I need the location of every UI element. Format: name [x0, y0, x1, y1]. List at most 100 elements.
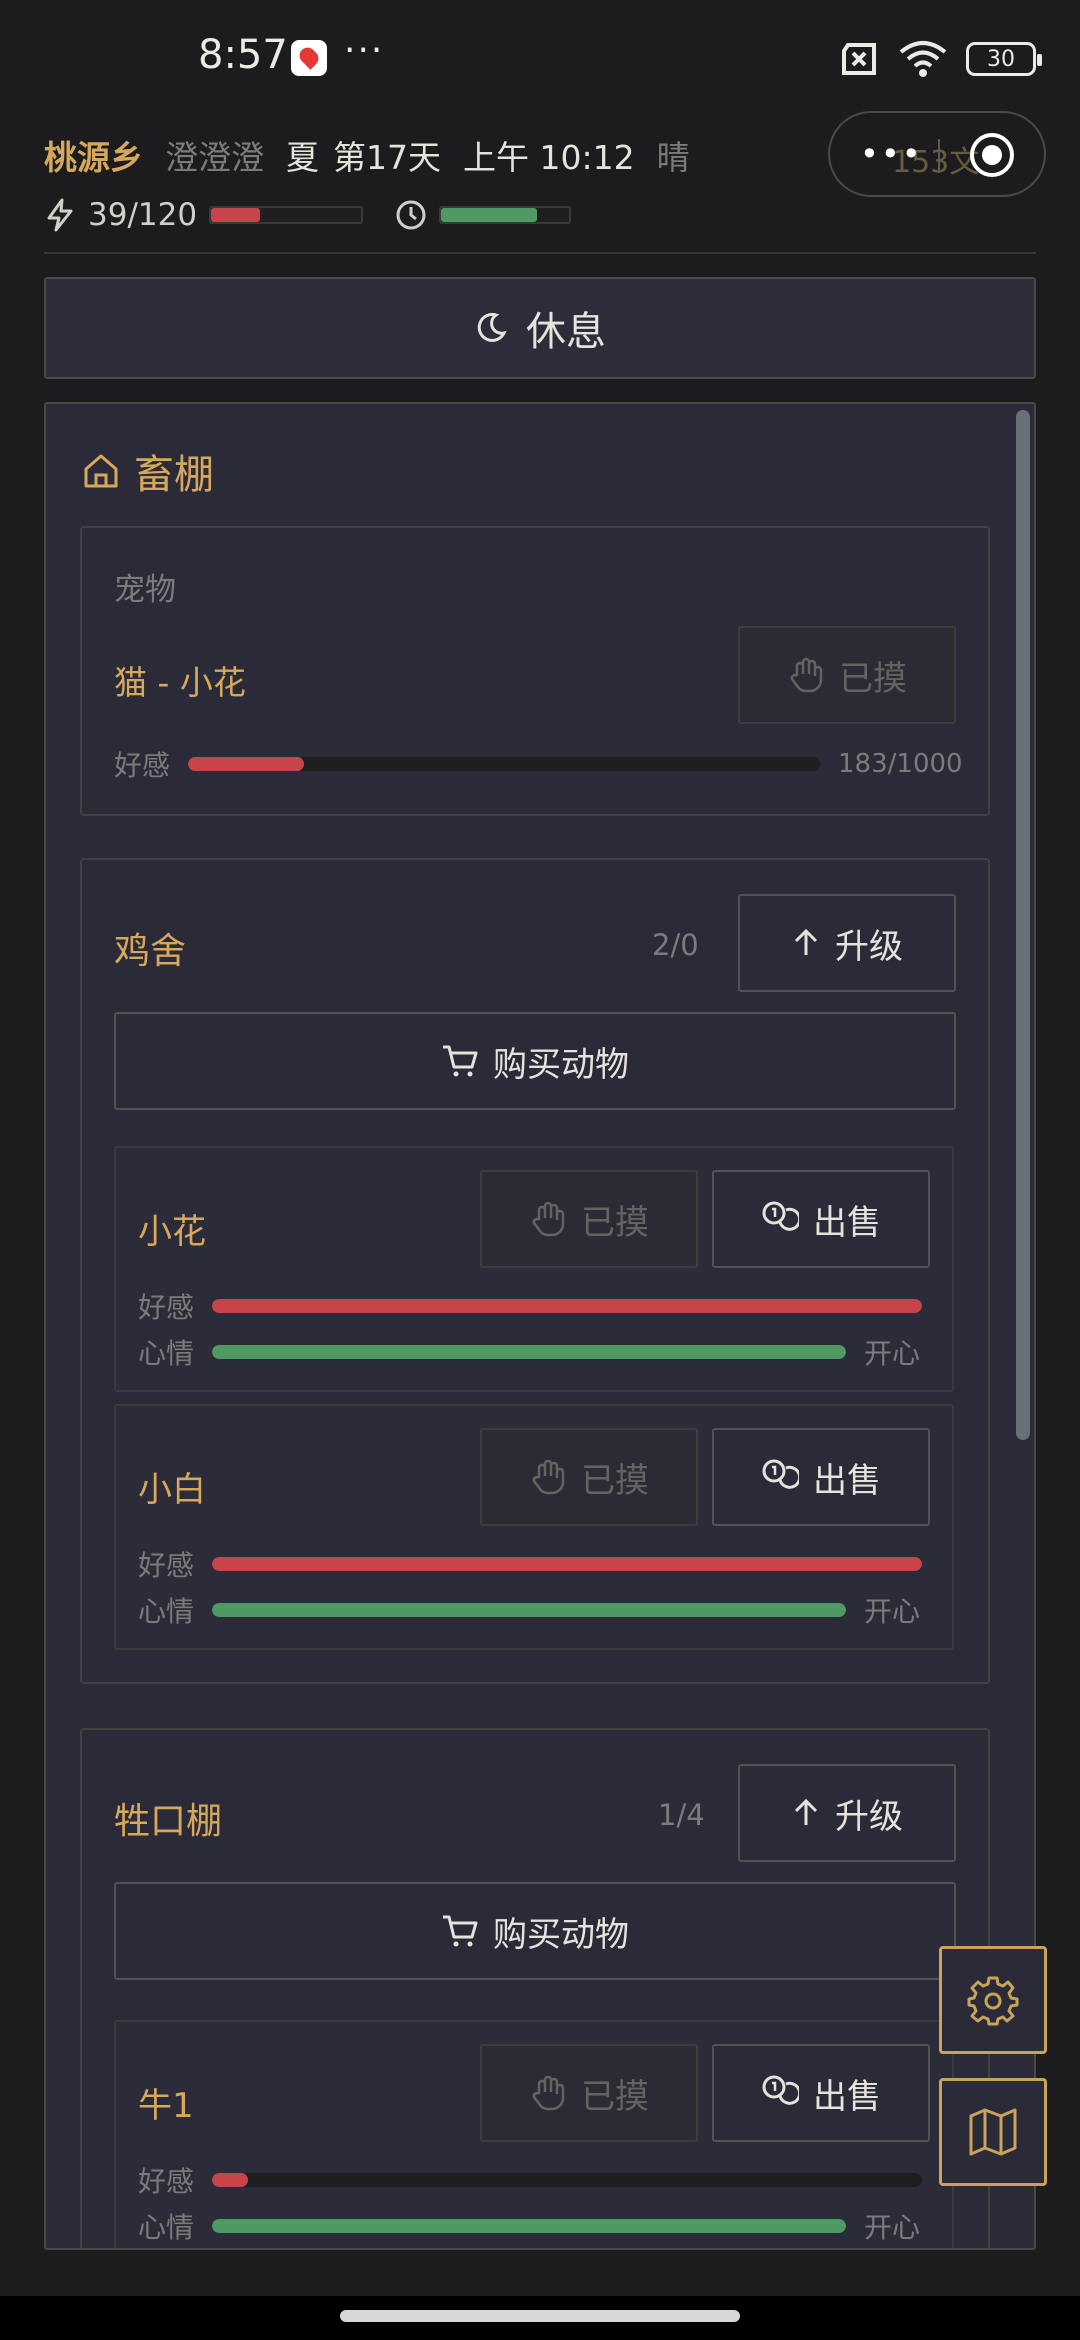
home-gesture-handle[interactable] — [340, 2310, 740, 2322]
barn-buy-button[interactable]: 购买动物 — [114, 1882, 956, 1980]
wifi-icon — [899, 41, 947, 77]
cart-icon — [443, 1045, 478, 1077]
mood-label: 心情 — [138, 1337, 195, 1370]
affection-label: 好感 — [138, 1549, 195, 1582]
coins-icon — [762, 1201, 799, 1231]
coop-title: 鸡舍 — [114, 931, 187, 972]
battery-icon: 30 — [966, 42, 1042, 76]
settings-button[interactable] — [939, 1946, 1047, 2054]
pet-affection-row: 好感 183/1000 — [114, 744, 964, 784]
affection-bar — [212, 1299, 923, 1313]
mood-text: 开心 — [864, 2211, 921, 2244]
hand-icon — [532, 1459, 565, 1495]
coins-icon — [762, 1459, 799, 1489]
barn-count: 1/4 — [658, 1798, 705, 1832]
panel-title-text: 畜棚 — [134, 452, 214, 498]
barn-buy-label: 购买动物 — [493, 1914, 629, 1955]
animal-pat-button[interactable]: 已摸 — [480, 2044, 698, 2142]
coins-icon — [762, 2075, 799, 2105]
pet-affection-fill — [188, 757, 304, 771]
animal-pat-button[interactable]: 已摸 — [480, 1428, 698, 1526]
day: 第17天 — [333, 138, 441, 177]
header-divider — [44, 252, 1036, 254]
moon-icon — [477, 312, 507, 342]
miniprogram-capsule[interactable]: 153文 ••• — [828, 111, 1046, 197]
animal-sell-button[interactable]: 出售 — [712, 1428, 930, 1526]
capsule-menu-dots[interactable]: ••• — [860, 135, 923, 173]
mood-bar — [212, 1345, 847, 1359]
player-name: 澄澄澄 — [165, 138, 264, 177]
pet-pat-button[interactable]: 已摸 — [738, 626, 956, 724]
mood-bar — [212, 2219, 847, 2233]
sim-icon — [842, 43, 876, 75]
season: 夏 — [286, 138, 319, 177]
system-nav-bar — [0, 2296, 1080, 2340]
pet-affection-bar — [188, 757, 821, 771]
coop-upgrade-button[interactable]: 升级 — [738, 894, 956, 992]
coop-buy-button[interactable]: 购买动物 — [114, 1012, 956, 1110]
affection-fill — [212, 2173, 248, 2187]
pet-section-label: 宠物 — [114, 572, 176, 608]
mood-text: 开心 — [864, 1337, 921, 1370]
mood-fill — [212, 1345, 847, 1359]
coop-animal-card: 小花 已摸 出售 好感 心情 开心 — [114, 1146, 954, 1392]
animal-sell-button[interactable]: 出售 — [712, 1170, 930, 1268]
status-right: 30 — [838, 40, 1042, 78]
mood-row: 心情 开心 — [138, 1332, 938, 1372]
hand-icon — [790, 657, 823, 693]
pet-affection-label: 好感 — [114, 749, 171, 782]
map-button[interactable] — [939, 2078, 1047, 2186]
mood-bar — [212, 1603, 847, 1617]
map-icon — [969, 2108, 1017, 2156]
barn-upgrade-label: 升级 — [835, 1796, 903, 1837]
battery-level: 30 — [987, 46, 1015, 72]
capsule-divider — [938, 139, 940, 173]
animal-pat-label: 已摸 — [581, 1202, 649, 1243]
barn-panel[interactable]: 畜棚 宠物 猫 - 小花 已摸 好感 183/1000 鸡舍 2/0 升级 购买… — [44, 402, 1036, 2250]
barn-card: 牲口棚 1/4 升级 购买动物 牛1 已摸 出售 好感 心情 开心 — [80, 1728, 990, 2248]
affection-row: 好感 — [138, 1544, 938, 1584]
coop-animal-card: 小白 已摸 出售 好感 心情 开心 — [114, 1404, 954, 1650]
stamina-value: 39/120 — [88, 197, 198, 233]
status-bar: 8:57 ··· 30 — [0, 0, 1080, 110]
mood-row: 心情 开心 — [138, 1590, 938, 1630]
mood-label: 心情 — [138, 1595, 195, 1628]
animal-sell-label: 出售 — [813, 1202, 881, 1243]
panel-scrollbar[interactable] — [1016, 410, 1030, 1440]
affection-label: 好感 — [138, 2165, 195, 2198]
capsule-close-icon[interactable] — [970, 133, 1014, 177]
affection-bar — [212, 1557, 923, 1571]
rest-label: 休息 — [526, 309, 606, 355]
gear-icon — [967, 1976, 1019, 2026]
coop-count: 2/0 — [652, 928, 699, 962]
coop-card: 鸡舍 2/0 升级 购买动物 小花 已摸 出售 好感 心情 开心 小白 已摸 出… — [80, 858, 990, 1684]
coop-buy-label: 购买动物 — [493, 1044, 629, 1085]
panel-title: 畜棚 — [82, 442, 214, 500]
home-icon — [84, 454, 118, 488]
affection-bar — [212, 2173, 923, 2187]
arrow-up-icon — [794, 1798, 818, 1825]
pet-pat-label: 已摸 — [839, 658, 907, 699]
stamina-bar-fill — [211, 208, 260, 222]
weather: 晴 — [656, 138, 690, 177]
cart-icon — [443, 1915, 478, 1947]
day-time-bar-fill — [441, 208, 538, 222]
barn-animal-card: 牛1 已摸 出售 好感 心情 开心 — [114, 2020, 954, 2248]
animal-pat-label: 已摸 — [581, 2076, 649, 2117]
animal-sell-button[interactable]: 出售 — [712, 2044, 930, 2142]
village-name: 桃源乡 — [44, 138, 143, 177]
animal-sell-label: 出售 — [813, 1460, 881, 1501]
barn-upgrade-button[interactable]: 升级 — [738, 1764, 956, 1862]
animal-name: 小白 — [138, 1470, 206, 1510]
animal-name: 牛1 — [138, 2086, 194, 2126]
mood-text: 开心 — [864, 1595, 921, 1628]
rest-button[interactable]: 休息 — [44, 277, 1036, 379]
hand-icon — [532, 2075, 565, 2111]
clock-icon — [396, 200, 426, 230]
status-time: 8:57 — [198, 32, 288, 78]
pet-card: 宠物 猫 - 小花 已摸 好感 183/1000 — [80, 526, 990, 816]
app-notification-icon — [291, 40, 327, 76]
day-time-bar — [439, 206, 572, 224]
animal-pat-button[interactable]: 已摸 — [480, 1170, 698, 1268]
mood-row: 心情 开心 — [138, 2206, 938, 2246]
